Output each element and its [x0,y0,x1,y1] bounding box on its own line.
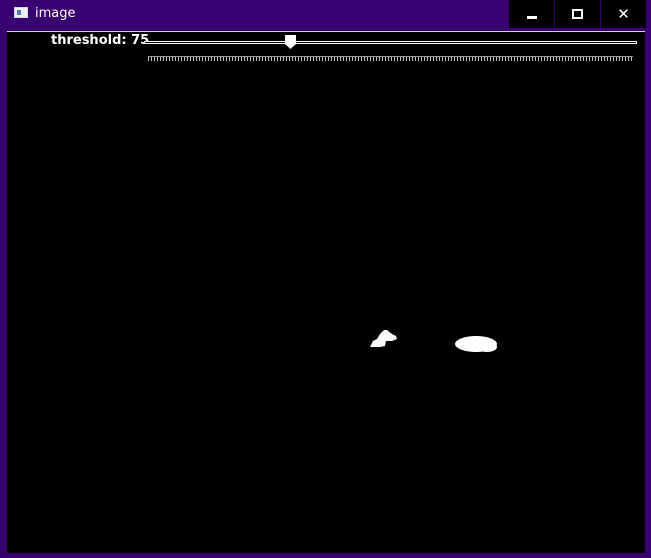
trackbar-track[interactable] [144,41,637,44]
minimize-icon [526,15,537,19]
title-bar[interactable]: image ✕ [0,0,651,29]
image-window: image ✕ threshold: 75 [0,0,651,558]
minimize-button[interactable] [509,0,554,28]
close-button[interactable]: ✕ [601,0,646,28]
window-app-icon [14,7,28,18]
maximize-button[interactable] [555,0,600,28]
window-title: image [35,6,76,21]
trackbar-ticks [148,56,633,61]
white-blob-right [455,336,497,352]
white-blob-left [370,330,397,347]
client-area: threshold: 75 [7,31,645,553]
trackbar-label: threshold: 75 [51,33,150,48]
maximize-icon [572,9,583,19]
close-icon: ✕ [617,4,630,23]
image-canvas [7,68,645,553]
trackbar-thumb[interactable] [285,35,297,49]
